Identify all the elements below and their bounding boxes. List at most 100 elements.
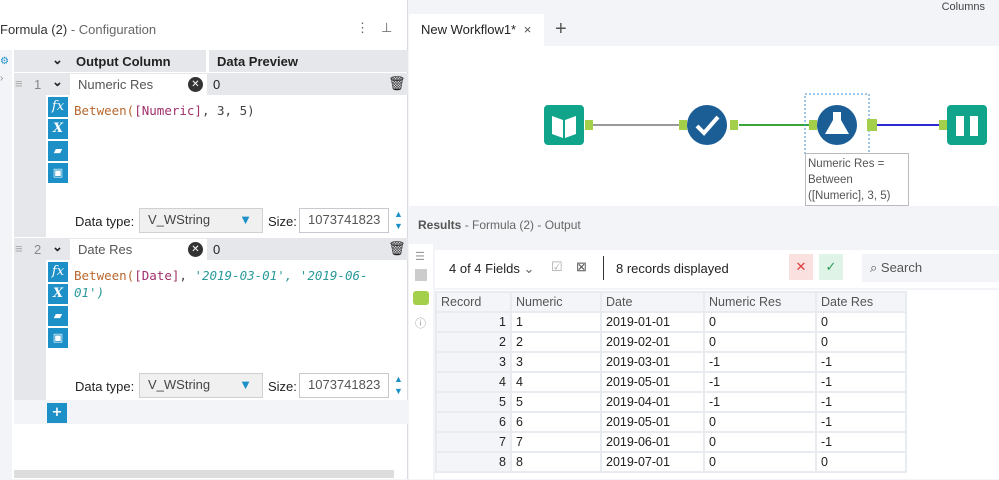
search-input[interactable]: ⌕ Search <box>862 254 999 282</box>
table-cell[interactable]: -1 <box>703 391 817 413</box>
table-cell[interactable]: 8 <box>435 451 512 473</box>
table-cell[interactable]: 2019-04-01 <box>600 391 705 413</box>
table-row[interactable]: 6 6 2019-05-01 0 -1 <box>435 411 907 433</box>
size-input[interactable]: 1073741823 <box>299 373 389 398</box>
table-row[interactable]: 3 3 2019-03-01 -1 -1 <box>435 351 907 373</box>
table-cell[interactable]: -1 <box>703 351 817 373</box>
tab-new-workflow[interactable]: New Workflow1* × <box>409 14 544 46</box>
table-cell[interactable]: 0 <box>703 451 817 473</box>
table-cell[interactable]: 2019-05-01 <box>600 411 705 433</box>
table-cell[interactable]: 0 <box>703 311 817 333</box>
table-cell[interactable]: 0 <box>703 431 817 453</box>
table-cell[interactable]: 8 <box>510 451 602 473</box>
clear-icon[interactable]: ✕ <box>188 77 203 92</box>
gear-icon[interactable]: ⚙ <box>0 56 12 67</box>
table-cell[interactable]: -1 <box>815 371 907 393</box>
column-header[interactable]: Date <box>600 291 705 313</box>
size-stepper[interactable]: ▲ ▼ <box>394 373 403 397</box>
formula-editor[interactable]: Between([Numeric], 3, 5) <box>74 102 394 119</box>
table-cell[interactable]: 2019-02-01 <box>600 331 705 353</box>
open-folder-icon[interactable]: ▰ <box>48 306 68 326</box>
table-cell[interactable]: 1 <box>435 311 512 333</box>
fields-dropdown[interactable]: 4 of 4 Fields ⌄ <box>449 261 534 277</box>
table-cell[interactable]: 3 <box>435 351 512 373</box>
table-cell[interactable]: 0 <box>703 411 817 433</box>
clear-icon[interactable]: ✕ <box>188 242 203 257</box>
table-cell[interactable]: -1 <box>815 391 907 413</box>
table-cell[interactable]: 7 <box>510 431 602 453</box>
table-cell[interactable]: 0 <box>815 311 907 333</box>
table-row[interactable]: 2 2 2019-02-01 0 0 <box>435 331 907 353</box>
table-cell[interactable]: 5 <box>510 391 602 413</box>
output-column-input[interactable]: Numeric Res <box>70 74 207 95</box>
trash-icon[interactable]: 🗑 <box>388 75 406 92</box>
uncheck-all-icon[interactable]: ⊠ <box>576 259 587 275</box>
apply-button[interactable]: ✓ <box>819 254 843 280</box>
table-cell[interactable]: 1 <box>510 311 602 333</box>
table-cell[interactable]: 6 <box>510 411 602 433</box>
data-type-select[interactable]: V_WString ▼ <box>139 373 263 398</box>
table-cell[interactable]: 0 <box>703 331 817 353</box>
formula-editor[interactable]: Between([Date], '2019-03-01', '2019-06-0… <box>74 267 394 301</box>
table-row[interactable]: 4 4 2019-05-01 -1 -1 <box>435 371 907 393</box>
table-cell[interactable]: -1 <box>703 371 817 393</box>
table-cell[interactable]: 2019-07-01 <box>600 451 705 473</box>
size-stepper[interactable]: ▲ ▼ <box>394 208 403 232</box>
table-row[interactable]: 1 1 2019-01-01 0 0 <box>435 311 907 333</box>
variable-icon[interactable]: X <box>48 284 68 304</box>
column-header[interactable]: Date Res <box>815 291 907 313</box>
column-header[interactable]: Numeric Res <box>703 291 817 313</box>
help-icon[interactable]: ⓘ <box>415 315 427 331</box>
table-cell[interactable]: 2 <box>435 331 512 353</box>
table-row[interactable]: 5 5 2019-04-01 -1 -1 <box>435 391 907 413</box>
collapse-row-icon[interactable]: ⌄ <box>52 239 63 255</box>
table-row[interactable]: 7 7 2019-06-01 0 -1 <box>435 431 907 453</box>
size-input[interactable]: 1073741823 <box>299 208 389 233</box>
table-cell[interactable]: 4 <box>435 371 512 393</box>
metadata-icon[interactable] <box>415 269 427 281</box>
table-cell[interactable]: 3 <box>510 351 602 373</box>
collapse-row-icon[interactable]: ⌄ <box>52 74 63 90</box>
open-folder-icon[interactable]: ▰ <box>48 141 68 161</box>
table-cell[interactable]: 2019-01-01 <box>600 311 705 333</box>
table-cell[interactable]: 5 <box>435 391 512 413</box>
table-cell[interactable]: 2 <box>510 331 602 353</box>
close-tab-icon[interactable]: × <box>524 22 532 37</box>
list-icon[interactable]: ☰ <box>415 250 427 263</box>
workflow-canvas[interactable]: Numeric Res = Between ([Numeric], 3, 5) <box>409 46 999 206</box>
check-all-icon[interactable]: ☑ <box>551 259 563 275</box>
drag-handle-icon[interactable]: ≡ <box>15 241 23 256</box>
table-cell[interactable]: 6 <box>435 411 512 433</box>
variable-icon[interactable]: X <box>48 119 68 139</box>
add-formula-button[interactable]: + <box>47 403 67 423</box>
function-icon[interactable]: fx <box>48 262 68 282</box>
cancel-button[interactable]: ✕ <box>789 254 813 280</box>
chevron-right-icon[interactable]: › <box>0 73 12 84</box>
function-icon[interactable]: fx <box>48 97 68 117</box>
horizontal-scrollbar[interactable] <box>14 470 394 478</box>
table-cell[interactable]: -1 <box>815 351 907 373</box>
table-cell[interactable]: 2019-06-01 <box>600 431 705 453</box>
table-cell[interactable]: 4 <box>510 371 602 393</box>
output-column-input[interactable]: Date Res <box>70 239 207 260</box>
trash-icon[interactable]: 🗑 <box>388 240 406 257</box>
save-icon[interactable]: ▣ <box>48 163 68 183</box>
add-tab-button[interactable]: + <box>555 18 567 41</box>
pin-icon[interactable]: ⊥ <box>381 20 392 36</box>
table-cell[interactable]: 7 <box>435 431 512 453</box>
drag-handle-icon[interactable]: ≡ <box>15 76 23 91</box>
table-cell[interactable]: -1 <box>815 431 907 453</box>
output-anchor-icon[interactable] <box>413 291 429 305</box>
table-cell[interactable]: -1 <box>815 411 907 433</box>
table-row[interactable]: 8 8 2019-07-01 0 0 <box>435 451 907 473</box>
more-icon[interactable]: ⋮ <box>356 20 369 36</box>
table-cell[interactable]: 2019-03-01 <box>600 351 705 373</box>
collapse-all-icon[interactable]: ⌄ <box>52 52 63 68</box>
column-header[interactable]: Record <box>435 291 512 313</box>
table-cell[interactable]: 0 <box>815 331 907 353</box>
table-cell[interactable]: 2019-05-01 <box>600 371 705 393</box>
save-icon[interactable]: ▣ <box>48 328 68 348</box>
column-header[interactable]: Numeric <box>510 291 602 313</box>
data-type-select[interactable]: V_WString ▼ <box>139 208 263 233</box>
table-cell[interactable]: 0 <box>815 451 907 473</box>
